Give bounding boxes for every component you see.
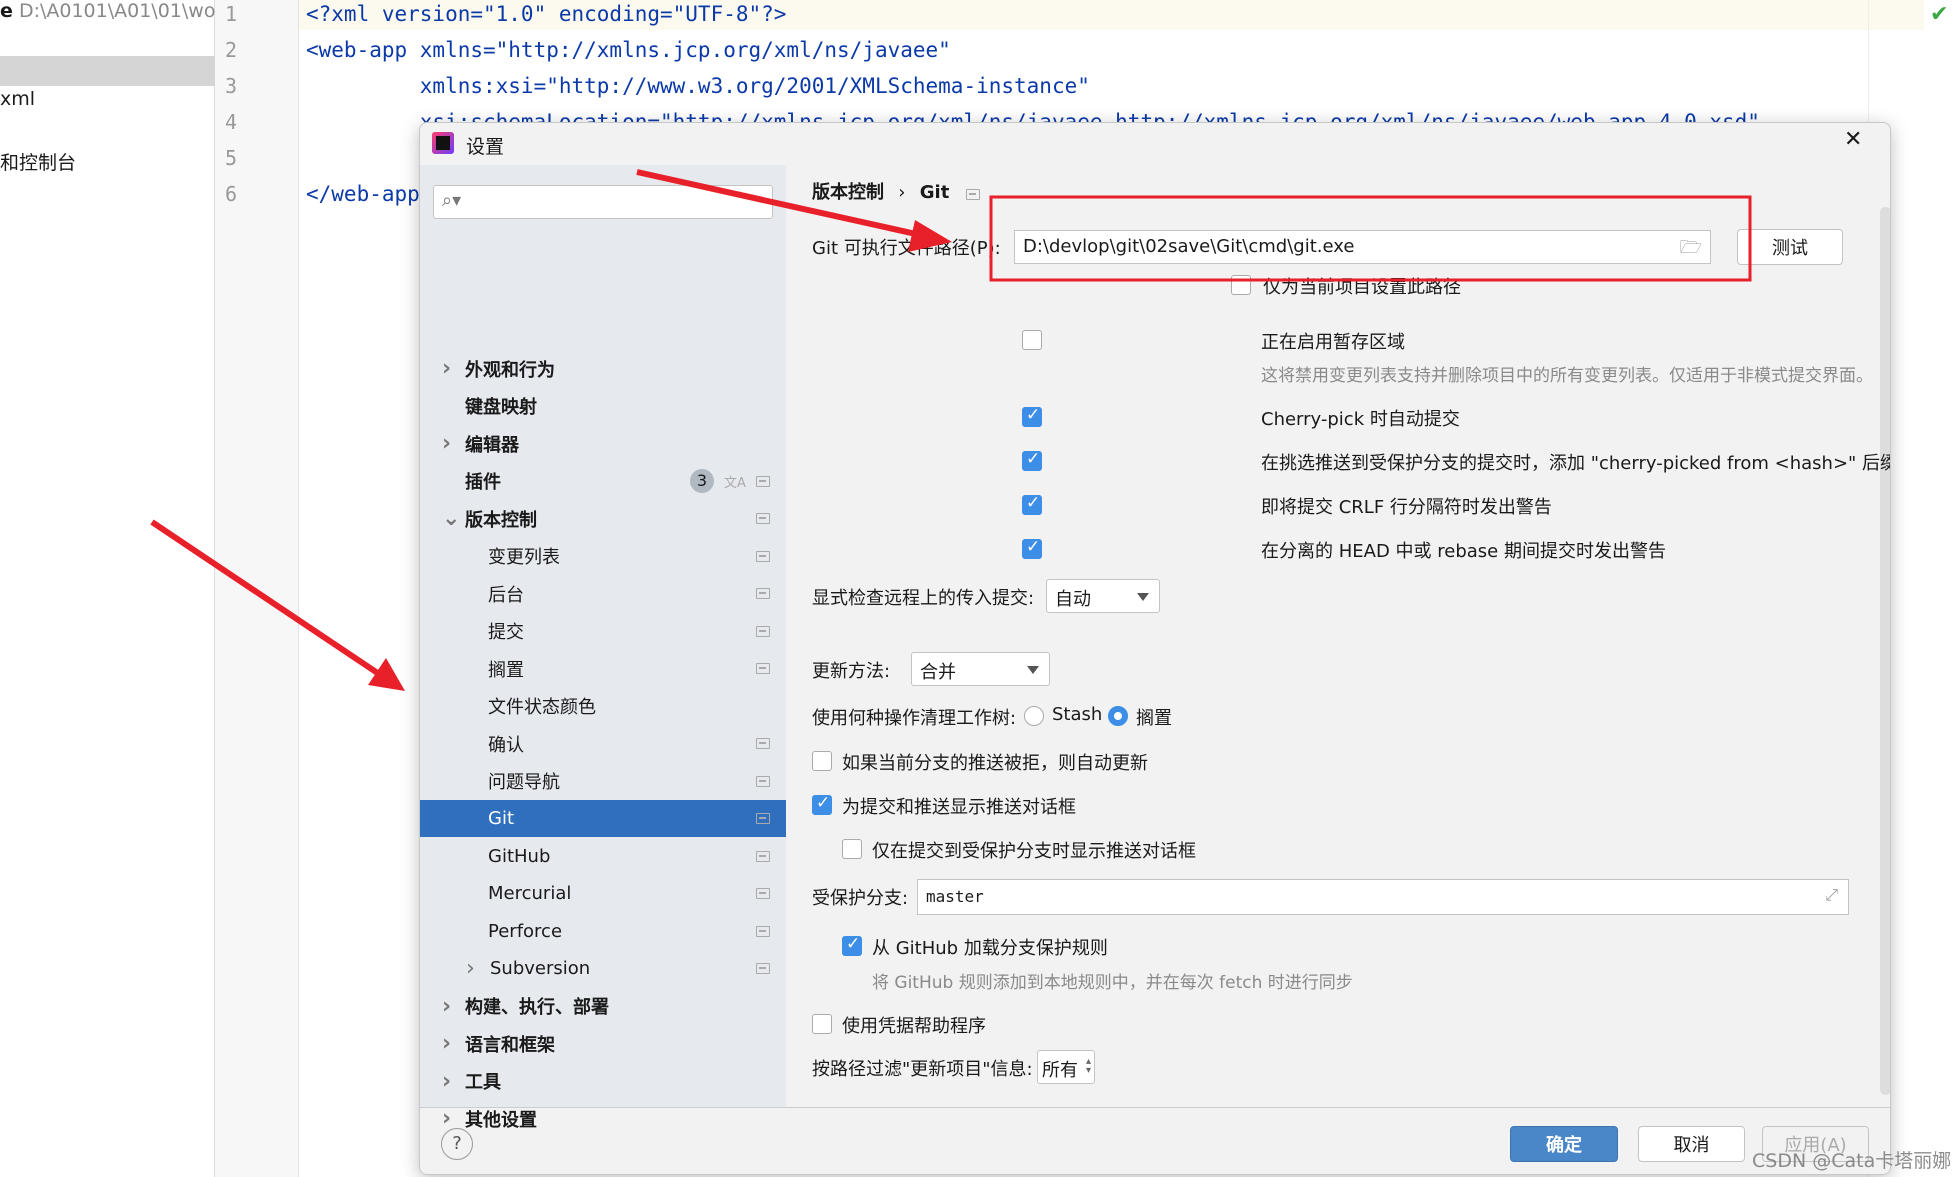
annotation-arrowhead — [908, 220, 952, 252]
annotation-arrowhead — [368, 658, 405, 691]
annotation-layer — [150, 169, 1752, 691]
annotation-arrow — [150, 519, 384, 679]
annotation-highlight-box — [989, 195, 1752, 282]
annotation-arrow — [636, 169, 926, 239]
